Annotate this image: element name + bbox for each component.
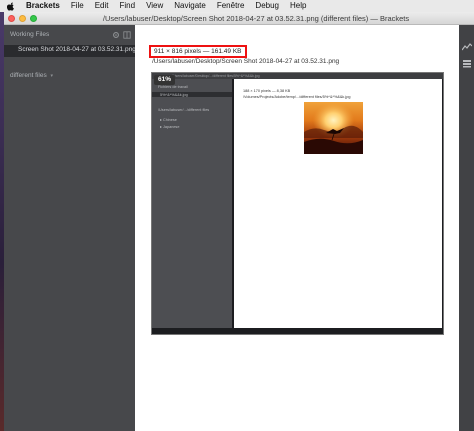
menu-file[interactable]: File bbox=[71, 0, 84, 12]
menu-bar: Brackets File Edit Find View Navigate Fe… bbox=[0, 0, 474, 12]
image-path: /Users/labuser/Desktop/Screen Shot 2018-… bbox=[152, 58, 340, 65]
image-viewer: 911 × 816 pixels — 161.49 KB /Users/labu… bbox=[135, 25, 459, 431]
brackets-window: /Users/labuser/Desktop/Screen Shot 2018-… bbox=[4, 12, 474, 431]
nested-sidebar: Fichiers de travail 5%^&*%&&k.jpg /Users… bbox=[152, 79, 232, 328]
zoom-level-badge: 61% bbox=[154, 75, 175, 85]
nested-image-info: 188 × 170 pixels — 8,38 KB bbox=[243, 89, 291, 93]
working-file-item[interactable]: Screen Shot 2018-04-27 at 03.52.31.png bbox=[4, 45, 136, 57]
nested-sidebar-header: Fichiers de travail bbox=[158, 85, 188, 89]
split-view-icon[interactable] bbox=[123, 31, 131, 39]
menu-help[interactable]: Help bbox=[290, 0, 306, 12]
menu-navigate[interactable]: Navigate bbox=[174, 0, 206, 12]
working-file-name: Screen Shot 2018-04-27 at 03.52.31.png bbox=[18, 46, 136, 53]
nested-image-path: /Volumes/Projects/Adobe/temp/.../differe… bbox=[243, 95, 351, 99]
menu-edit[interactable]: Edit bbox=[95, 0, 109, 12]
working-files-section: Working Files Screen Shot 2018-04-27 at … bbox=[4, 25, 136, 63]
nested-tree-item: ▸ Chinese bbox=[160, 118, 177, 122]
apple-icon[interactable] bbox=[5, 1, 16, 11]
close-button[interactable] bbox=[8, 15, 15, 22]
sidebar: Working Files Screen Shot 2018-04-27 at … bbox=[4, 25, 136, 431]
menu-app-brackets[interactable]: Brackets bbox=[26, 0, 60, 12]
menu-window[interactable]: Fenêtre bbox=[217, 0, 245, 12]
sunset-bird-photo bbox=[304, 102, 363, 154]
preview-image: /Users/labuser/Desktop/.../different fil… bbox=[151, 72, 444, 335]
project-dropdown[interactable]: different files ▾ bbox=[10, 72, 53, 79]
menu-find[interactable]: Find bbox=[120, 0, 136, 12]
image-info-highlighted: 911 × 816 pixels — 161.49 KB bbox=[149, 45, 247, 58]
menu-view[interactable]: View bbox=[146, 0, 163, 12]
menu-debug[interactable]: Debug bbox=[255, 0, 279, 12]
working-files-label: Working Files bbox=[10, 31, 50, 38]
window-controls bbox=[8, 15, 37, 22]
extension-manager-icon[interactable] bbox=[462, 55, 472, 68]
zoom-button[interactable] bbox=[30, 15, 37, 22]
title-bar[interactable]: /Users/labuser/Desktop/Screen Shot 2018-… bbox=[4, 12, 474, 25]
nested-tree-item: ▸ Japanese bbox=[160, 125, 180, 129]
nested-image-view: 188 × 170 pixels — 8,38 KB /Volumes/Proj… bbox=[234, 79, 442, 328]
project-name: different files bbox=[10, 72, 47, 79]
chevron-down-icon: ▾ bbox=[50, 73, 54, 79]
gear-icon[interactable] bbox=[112, 31, 120, 39]
minimize-button[interactable] bbox=[19, 15, 26, 22]
nested-file-name: 5%^&*%&&k.jpg bbox=[160, 93, 188, 97]
live-preview-icon[interactable] bbox=[461, 39, 473, 51]
nested-project-path: /Users/labuser/.../different files bbox=[158, 108, 210, 112]
window-title: /Users/labuser/Desktop/Screen Shot 2018-… bbox=[102, 14, 410, 23]
right-toolbar bbox=[459, 25, 474, 431]
